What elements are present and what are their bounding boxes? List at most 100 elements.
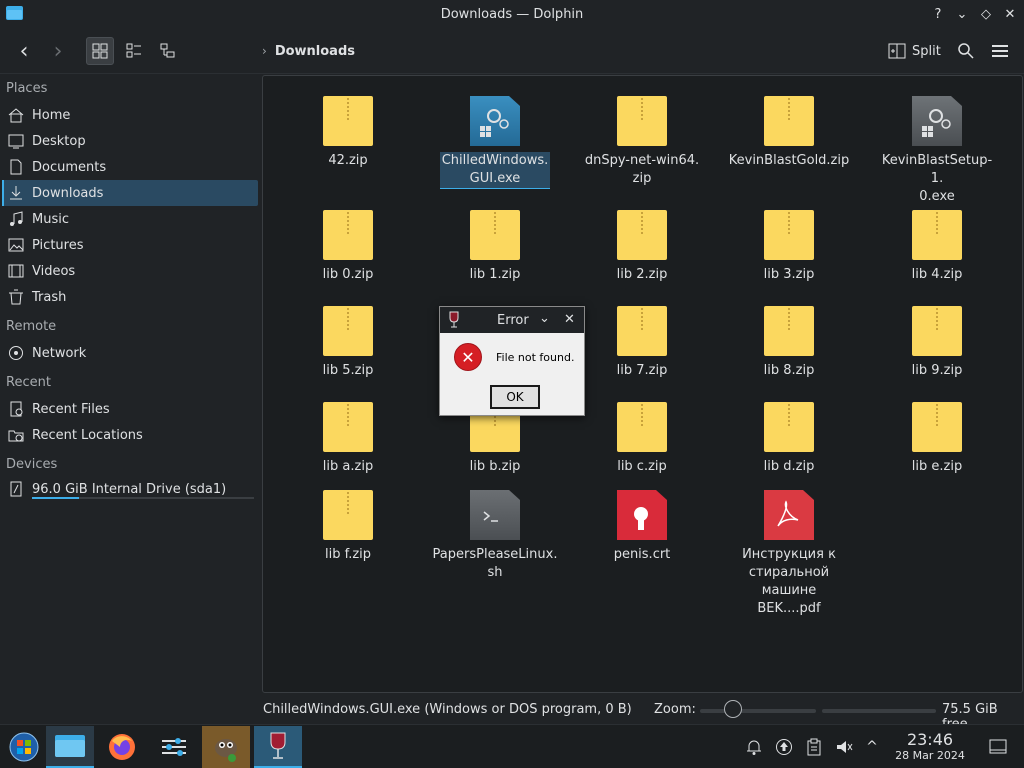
clock[interactable]: 23:46 28 Mar 2024	[890, 730, 970, 762]
compact-view-button[interactable]	[120, 37, 148, 65]
videos-icon	[8, 263, 24, 279]
file-item[interactable]: lib 2.zip	[582, 210, 702, 284]
volume-muted-icon[interactable]	[834, 737, 854, 757]
icons-view-button[interactable]	[86, 37, 114, 65]
sidebar-item-videos[interactable]: Videos	[2, 258, 258, 284]
dialog-title-bar[interactable]: Error ⌄ ✕	[440, 307, 584, 333]
status-bar: ChilledWindows.GUI.exe (Windows or DOS p…	[262, 697, 1024, 732]
sidebar-item-music[interactable]: Music	[2, 206, 258, 232]
tray-expand-icon[interactable]: ^	[862, 737, 882, 757]
zip-archive-icon	[323, 402, 373, 452]
file-item[interactable]: lib 7.zip	[582, 306, 702, 380]
file-item[interactable]: KevinBlastGold.zip	[729, 96, 849, 170]
file-name: lib d.zip	[763, 459, 815, 474]
dialog-close-button[interactable]: ✕	[564, 312, 575, 327]
file-name: 42.zip	[328, 153, 368, 168]
clock-time: 23:46	[906, 730, 954, 749]
sidebar-item-label: Network	[32, 345, 87, 361]
details-view-button[interactable]	[154, 37, 182, 65]
keep-above-button[interactable]: ◇	[976, 4, 996, 24]
file-item[interactable]: lib 4.zip	[877, 210, 997, 284]
details-view-icon	[160, 43, 175, 58]
file-item[interactable]: lib c.zip	[582, 402, 702, 476]
file-item[interactable]: lib 0.zip	[288, 210, 408, 284]
clock-date: 28 Mar 2024	[895, 749, 965, 762]
file-item[interactable]: lib 1.zip	[435, 210, 555, 284]
devices-header: Devices	[6, 457, 58, 472]
taskbar-system-settings[interactable]	[150, 726, 198, 768]
help-button[interactable]: ?	[928, 4, 948, 24]
file-item[interactable]: lib 3.zip	[729, 210, 849, 284]
file-item[interactable]: lib e.zip	[877, 402, 997, 476]
network-icon	[8, 345, 24, 361]
file-item[interactable]: lib 5.zip	[288, 306, 408, 380]
file-item[interactable]: lib 8.zip	[729, 306, 849, 380]
ok-button[interactable]: OK	[490, 385, 540, 409]
sidebar-item-documents[interactable]: Documents	[2, 154, 258, 180]
file-item[interactable]: penis.crt	[582, 490, 702, 564]
file-name: lib 5.zip	[322, 363, 374, 378]
sidebar-item-label: Recent Files	[32, 401, 110, 417]
show-desktop-icon[interactable]	[988, 737, 1008, 757]
sidebar-item-recent-locations[interactable]: Recent Locations	[2, 422, 258, 448]
zoom-label: Zoom:	[654, 702, 696, 717]
file-name: lib e.zip	[911, 459, 963, 474]
file-name: lib c.zip	[617, 459, 667, 474]
taskbar-gimp[interactable]	[202, 726, 250, 768]
split-button[interactable]: Split	[888, 37, 941, 65]
executable-icon	[912, 96, 962, 146]
file-item[interactable]: ChilledWindows. GUI.exe	[435, 96, 555, 189]
file-name: PapersPleaseLinux. sh	[432, 547, 558, 580]
sidebar-item-home[interactable]: Home	[2, 102, 258, 128]
file-item[interactable]: lib d.zip	[729, 402, 849, 476]
sidebar-item-network[interactable]: Network	[2, 340, 258, 366]
back-button[interactable]: ‹	[10, 37, 38, 65]
sidebar-item-label: Music	[32, 211, 69, 227]
zip-archive-icon	[470, 210, 520, 260]
forward-button[interactable]: ›	[44, 37, 72, 65]
split-label: Split	[912, 43, 941, 59]
status-text: ChilledWindows.GUI.exe (Windows or DOS p…	[263, 702, 632, 717]
zoom-slider-handle[interactable]	[724, 700, 742, 718]
taskbar-dolphin[interactable]	[46, 726, 94, 768]
file-name: lib 3.zip	[763, 267, 815, 282]
notifications-icon[interactable]	[744, 737, 764, 757]
zoom-slider[interactable]	[700, 709, 816, 713]
file-item[interactable]: Инструкция к стиральной машине BEK....pd…	[729, 490, 849, 618]
title-bar[interactable]: Downloads — Dolphin ? ⌄ ◇ ✕	[0, 0, 1024, 28]
breadcrumb-chevron-icon: ›	[262, 44, 267, 58]
file-item[interactable]: dnSpy-net-win64. zip	[582, 96, 702, 188]
search-button[interactable]	[952, 37, 980, 65]
menu-button[interactable]	[986, 37, 1014, 65]
file-name: ChilledWindows. GUI.exe	[439, 152, 551, 189]
sidebar-item-trash[interactable]: Trash	[2, 284, 258, 310]
sidebar-item-label: Pictures	[32, 237, 84, 253]
file-item[interactable]: PapersPleaseLinux. sh	[433, 490, 557, 582]
gimp-icon	[215, 739, 237, 762]
breadcrumb-current[interactable]: Downloads	[275, 44, 355, 59]
minimize-button[interactable]: ⌄	[952, 4, 972, 24]
file-item[interactable]: KevinBlastSetup-1. 0.exe	[877, 96, 997, 206]
file-item[interactable]: lib f.zip	[288, 490, 408, 564]
file-item[interactable]: 42.zip	[288, 96, 408, 170]
start-menu-button[interactable]	[0, 726, 48, 768]
file-item[interactable]: lib a.zip	[288, 402, 408, 476]
clipboard-icon[interactable]	[804, 737, 824, 757]
dolphin-app-icon	[6, 6, 23, 20]
sidebar-item-desktop[interactable]: Desktop	[2, 128, 258, 154]
file-view[interactable]: 42.zip ChilledWindows. GUI.exe dnSpy-net-w…	[262, 75, 1023, 693]
sidebar-item-pictures[interactable]: Pictures	[2, 232, 258, 258]
breadcrumb[interactable]: › Downloads	[262, 37, 355, 65]
taskbar-wine[interactable]	[254, 726, 302, 768]
updates-icon[interactable]	[774, 737, 794, 757]
sidebar-item-label: Trash	[32, 289, 67, 305]
file-item[interactable]: lib 9.zip	[877, 306, 997, 380]
sidebar-item-recent-files[interactable]: Recent Files	[2, 396, 258, 422]
executable-icon	[470, 96, 520, 146]
close-button[interactable]: ✕	[1000, 4, 1020, 24]
sidebar-item-downloads[interactable]: Downloads	[2, 180, 258, 206]
taskbar-firefox[interactable]	[98, 726, 146, 768]
settings-sliders-icon	[162, 738, 186, 756]
dialog-minimize-button[interactable]: ⌄	[539, 311, 550, 326]
pictures-icon	[8, 237, 24, 253]
